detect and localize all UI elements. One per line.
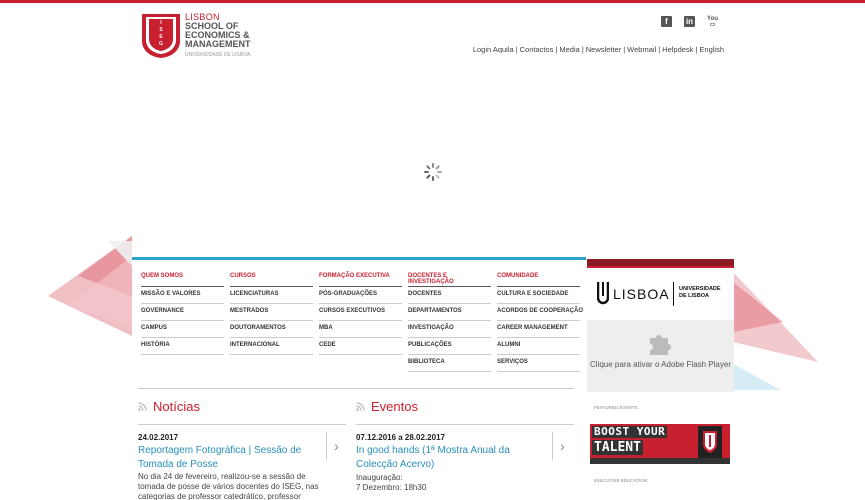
menu-heading-docentes-investigacao[interactable]: DOCENTES E INVESTIGAÇÃO	[408, 273, 491, 287]
rss-icon	[138, 402, 147, 411]
events-next-arrow-icon[interactable]: ›	[552, 432, 572, 460]
events-divider	[356, 424, 574, 425]
logo-line-4: MANAGEMENT	[185, 39, 251, 49]
nav-separator: |	[555, 45, 558, 54]
menu-item-alumni[interactable]: ALUMNI	[497, 338, 580, 355]
nav-separator: |	[623, 45, 626, 54]
iseg-logo[interactable]: I S E G LISBON SCHOOL OF ECONOMICS & MAN…	[141, 13, 261, 61]
featured-events-label: FEATURED EVENTS:	[594, 405, 639, 410]
rss-icon	[356, 402, 365, 411]
nav-separator: |	[515, 45, 518, 54]
linkedin-icon[interactable]: in	[684, 16, 695, 27]
events-excerpt: Inauguração: 7 Dezembro: 18h30	[356, 473, 546, 493]
menu-item-governance[interactable]: GOVERNANCE	[141, 304, 224, 321]
sidebar-top-bar	[587, 259, 734, 266]
utility-nav: Login Aquila | Contactos | Media | Newsletter |…	[473, 45, 724, 54]
events-excerpt-line-1: Inauguração:	[356, 473, 403, 482]
nav-separator: |	[695, 45, 698, 54]
flash-placeholder[interactable]: Clique para ativar o Adobe Flash Player	[587, 320, 734, 392]
menu-item-internacional[interactable]: INTERNACIONAL	[230, 338, 313, 355]
events-headline-link[interactable]: In good hands (1ª Mostra Anual da Colecç…	[356, 444, 546, 472]
menu-bottom-divider	[138, 388, 574, 389]
flash-message: Clique para ativar o Adobe Flash Player	[590, 360, 731, 369]
webmail-link[interactable]: Webmail	[627, 45, 656, 54]
svg-text:G: G	[159, 41, 163, 47]
newsletter-link[interactable]: Newsletter	[586, 45, 621, 54]
iseg-shield-icon: I S E G	[142, 14, 180, 58]
ulisboa-wordmark: LISBOA	[613, 286, 670, 302]
menu-heading-quem-somos[interactable]: QUEM SOMOS	[141, 273, 224, 287]
news-title-text: Notícias	[153, 399, 200, 414]
menu-item-cursos-executivos[interactable]: CURSOS EXECUTIVOS	[319, 304, 402, 321]
loading-spinner-icon	[424, 163, 442, 181]
menu-item-acordos-cooperacao[interactable]: ACORDOS DE COOPERAÇÃO	[497, 304, 583, 321]
menu-item-servicos[interactable]: SERVIÇOS	[497, 355, 580, 372]
facebook-icon[interactable]: f	[661, 16, 672, 27]
menu-column-formacao-executiva: FORMAÇÃO EXECUTIVA PÓS-GRADUAÇÕES CURSOS…	[319, 273, 402, 355]
menu-item-investigacao[interactable]: INVESTIGAÇÃO	[408, 321, 491, 338]
nav-separator: |	[658, 45, 661, 54]
ulisboa-subtitle-line-1: UNIVERSIDADE	[679, 286, 721, 292]
banner-bottom-strip	[590, 458, 730, 464]
media-link[interactable]: Media	[559, 45, 579, 54]
decorative-triangles-left	[48, 236, 132, 336]
banner-line-1: BOOST YOUR	[592, 425, 668, 438]
top-accent-bar	[0, 0, 865, 3]
events-section-title[interactable]: Eventos	[356, 399, 418, 414]
menu-item-licenciaturas[interactable]: LICENCIATURAS	[230, 287, 313, 304]
ulisboa-subtitle-line-2: DE LISBOA	[679, 293, 709, 299]
menu-column-docentes-investigacao: DOCENTES E INVESTIGAÇÃO DOCENTES DEPARTA…	[408, 273, 491, 372]
menu-item-mba[interactable]: MBA	[319, 321, 402, 338]
menu-heading-formacao-executiva[interactable]: FORMAÇÃO EXECUTIVA	[319, 273, 402, 287]
menu-item-cultura-sociedade[interactable]: CULTURA E SOCIEDADE	[497, 287, 580, 304]
ulisboa-u-icon	[597, 282, 609, 305]
events-excerpt-line-2: 7 Dezembro: 18h30	[356, 483, 427, 492]
menu-item-biblioteca[interactable]: BIBLIOTECA	[408, 355, 491, 372]
menu-heading-cursos[interactable]: CURSOS	[230, 273, 313, 287]
menu-item-missao-valores[interactable]: MISSÃO E VALORES	[141, 287, 224, 304]
social-links: f in You ▭	[661, 16, 718, 28]
ulisboa-logo[interactable]: LISBOA UNIVERSIDADE DE LISBOA	[587, 268, 734, 320]
menu-item-docentes[interactable]: DOCENTES	[408, 287, 491, 304]
helpdesk-link[interactable]: Helpdesk	[662, 45, 693, 54]
ulisboa-divider	[673, 282, 674, 306]
menu-column-comunidade: COMUNIDADE CULTURA E SOCIEDADE ACORDOS D…	[497, 273, 583, 372]
news-section-title[interactable]: Notícias	[138, 399, 200, 414]
contactos-link[interactable]: Contactos	[520, 45, 554, 54]
nav-separator: |	[581, 45, 584, 54]
ulisboa-subtitle: UNIVERSIDADE DE LISBOA	[679, 286, 721, 300]
menu-item-historia[interactable]: HISTÓRIA	[141, 338, 224, 355]
login-aquila-link[interactable]: Login Aquila	[473, 45, 514, 54]
news-excerpt: No dia 24 de fevereiro, realizou-se a se…	[138, 472, 319, 500]
banner-iseg-badge-icon	[698, 426, 722, 458]
decorative-triangles-right	[733, 272, 818, 390]
english-link[interactable]: English	[699, 45, 724, 54]
news-headline-link[interactable]: Reportagem Fotográfica | Sessão de Tomad…	[138, 444, 323, 472]
menu-top-bar	[132, 257, 586, 260]
news-divider	[138, 424, 346, 425]
executive-education-label: EXECUTIVE EDUCATION:	[594, 478, 649, 483]
plugin-puzzle-icon	[650, 335, 671, 355]
news-date: 24.02.2017	[138, 433, 179, 442]
menu-heading-comunidade[interactable]: COMUNIDADE	[497, 273, 580, 287]
menu-item-mestrados[interactable]: MESTRADOS	[230, 304, 313, 321]
menu-item-doutoramentos[interactable]: DOUTORAMENTOS	[230, 321, 313, 338]
logo-line-5: UNIVERSIDADE DE LISBOA	[185, 52, 251, 58]
events-title-text: Eventos	[371, 399, 418, 414]
menu-item-pos-graduacoes[interactable]: PÓS-GRADUAÇÕES	[319, 287, 402, 304]
news-next-arrow-icon[interactable]: ›	[326, 432, 346, 460]
menu-item-campus[interactable]: CAMPUS	[141, 321, 224, 338]
menu-column-cursos: CURSOS LICENCIATURAS MESTRADOS DOUTORAME…	[230, 273, 313, 355]
menu-item-cede[interactable]: CEDE	[319, 338, 402, 355]
menu-item-career-management[interactable]: CAREER MANAGEMENT	[497, 321, 580, 338]
menu-item-publicacoes[interactable]: PUBLICAÇÕES	[408, 338, 491, 355]
banner-line-2: TALENT	[592, 440, 643, 455]
youtube-icon[interactable]: You ▭	[707, 16, 718, 28]
logo-wordmark: LISBON SCHOOL OF ECONOMICS & MANAGEMENT …	[185, 13, 251, 60]
menu-column-quem-somos: QUEM SOMOS MISSÃO E VALORES GOVERNANCE C…	[141, 273, 224, 355]
banner-shield-icon	[703, 431, 717, 453]
menu-item-departamentos[interactable]: DEPARTAMENTOS	[408, 304, 491, 321]
boost-your-talent-banner[interactable]: BOOST YOUR TALENT	[590, 424, 730, 464]
events-date: 07.12.2016 a 28.02.2017	[356, 433, 445, 442]
